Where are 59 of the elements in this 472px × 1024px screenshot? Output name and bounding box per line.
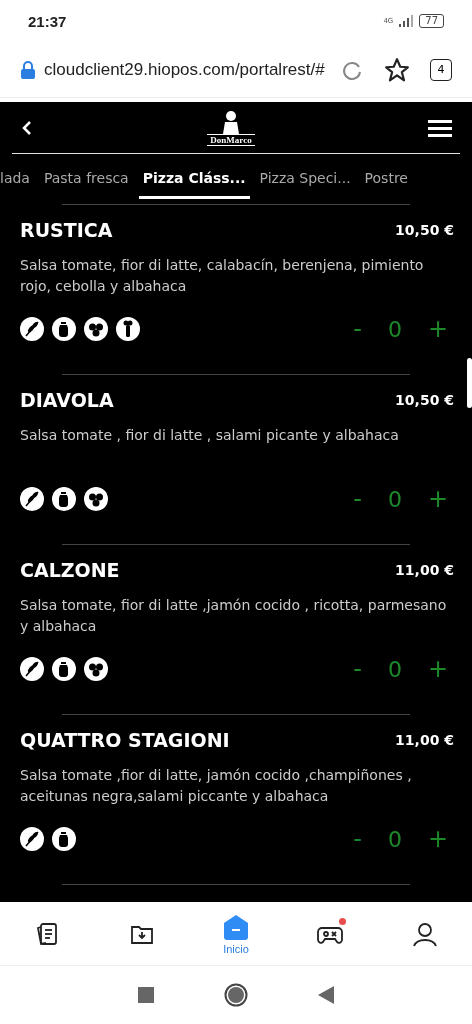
lock-icon <box>20 60 36 79</box>
decrease-button[interactable]: - <box>349 315 366 343</box>
clock: 21:37 <box>28 12 67 30</box>
address-bar[interactable]: cloudclient29.hiopos.com/portalrest/# <box>44 59 332 80</box>
allergen-icon <box>84 657 108 681</box>
notification-dot <box>339 917 347 925</box>
logo-figure-icon <box>220 109 242 134</box>
quantity: 0 <box>387 486 402 512</box>
back-icon[interactable] <box>20 119 34 136</box>
quantity: 0 <box>387 826 402 852</box>
nav-label: Inicio <box>223 942 249 955</box>
tab-count[interactable]: 4 <box>430 58 452 81</box>
star-icon[interactable] <box>384 56 410 83</box>
scrollbar <box>467 358 472 408</box>
product-description: Salsa tomate , fior di latte , salami picante y albahaca <box>20 426 400 445</box>
category-tab[interactable]: Pasta fresca <box>39 159 133 199</box>
logo-text: DonMarco <box>207 133 255 146</box>
allergen-icon <box>20 487 44 511</box>
decrease-button[interactable]: - <box>349 825 366 853</box>
product-name: RUSTICA <box>20 219 113 241</box>
home-button-icon[interactable] <box>224 983 248 1007</box>
signal-icon <box>399 15 414 27</box>
product-price: 10,50 € <box>395 392 454 408</box>
decrease-button[interactable]: - <box>349 485 366 513</box>
allergen-icon <box>52 827 76 851</box>
product-price: 11,00 € <box>395 562 454 578</box>
product-description: Salsa tomate, fior di latte ,jamón cocido , ricotta, parmesano y albahaca <box>20 596 448 636</box>
increase-button[interactable]: + <box>423 825 452 853</box>
battery-level: 77 <box>419 14 444 28</box>
allergen-icon <box>52 487 76 511</box>
category-tab[interactable]: lada <box>0 159 34 199</box>
product-name: QUATTRO STAGIONI <box>20 729 230 751</box>
allergen-icon <box>52 317 76 341</box>
allergen-icon <box>116 317 140 341</box>
product-description: Salsa tomate ,fior di latte, jamón cocido ,champiñones , aceitunas negra,salami piccante y albahaca <box>20 766 413 806</box>
home-icon <box>221 912 250 941</box>
nav-button[interactable]: Inicio <box>205 912 266 955</box>
product-name: DIAVOLA <box>20 389 114 411</box>
quantity: 0 <box>387 316 402 342</box>
allergen-icon <box>52 657 76 681</box>
product-description: Salsa tomate, fior di latte, calabacín, berenjena, pimiento rojo, cebolla y albahaca <box>20 256 425 296</box>
category-tab[interactable]: Pizza Speci... <box>255 159 355 199</box>
increase-button[interactable]: + <box>423 655 452 683</box>
allergen-icon <box>84 487 108 511</box>
back-button-icon[interactable] <box>318 986 334 1004</box>
decrease-button[interactable]: - <box>349 655 366 683</box>
allergen-icon <box>84 317 108 341</box>
quantity: 0 <box>387 656 402 682</box>
category-tab[interactable]: Pizza Cláss... <box>138 159 250 199</box>
allergen-icon <box>20 657 44 681</box>
increase-button[interactable]: + <box>423 485 452 513</box>
allergen-icon <box>20 317 44 341</box>
category-tab[interactable]: Postre <box>360 159 412 199</box>
product-price: 11,00 € <box>395 732 454 748</box>
increase-button[interactable]: + <box>423 315 452 343</box>
product-price: 10,50 € <box>395 222 454 238</box>
allergen-icon <box>20 827 44 851</box>
menu-icon[interactable] <box>428 118 452 137</box>
product-name: CALZONE <box>20 559 120 581</box>
